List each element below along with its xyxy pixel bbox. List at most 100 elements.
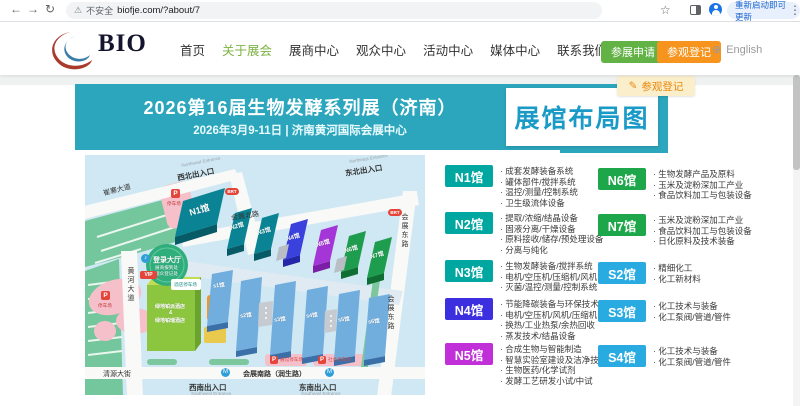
venue-map-graphic [85, 155, 425, 395]
parking-icon-2: P [101, 291, 110, 300]
road-label-east-2: 会展东路 [385, 295, 395, 331]
metro-station-icon-1: M [221, 368, 230, 377]
legend-item: 化工技术与装备 [653, 301, 731, 312]
road-label-south: 会展南路（润生路） [243, 369, 306, 379]
reload-icon[interactable]: ↻ [45, 2, 55, 16]
browser-toolbar: ← → ↻ ⚠ 不安全 biofje.com/?about/7 ☆ 重新启动即可… [0, 0, 800, 22]
legend-item: 化工技术与装备 [653, 346, 731, 357]
legend-item: 节能降碳装备与环保技术 [500, 299, 599, 310]
legend-item: 灭菌/温控/测量/控制系统 [500, 282, 597, 293]
menu-item-activity[interactable]: 活动中心 [423, 40, 473, 59]
main-menu: 首页 关于展会 展商中心 观众中心 活动中心 媒体中心 联系我们 [180, 40, 607, 59]
legend-item: 玉米及淀粉深加工产业 [653, 180, 752, 191]
legend-item: 精细化工 [653, 263, 701, 274]
legend-item: 成套发酵装备系统 [500, 166, 578, 177]
parking-icon-south2: P [318, 356, 326, 364]
legend-item: 换热/工业热泵/余热回收 [500, 320, 599, 331]
hotel-label-2: 绿地铂瑞酒店 [155, 317, 185, 324]
language-switch[interactable]: ⊕ English [712, 43, 762, 56]
menu-item-about[interactable]: 关于展会 [222, 40, 272, 59]
legend-item: 发酵工艺研发小试/中试 [500, 376, 607, 387]
legend-block-s2: S2馆 精细化工 化工新材料 [598, 262, 701, 284]
road-label-west: 黄河大道 [125, 267, 135, 303]
apply-exhibit-button[interactable]: 参展申请 [601, 41, 665, 63]
legend-item: 化工新材料 [653, 274, 701, 285]
lobby-sub2: 观众登记处 [155, 271, 178, 277]
legend-item: 生物发酵产品及原料 [653, 169, 752, 180]
logo-text: BIO [98, 30, 147, 58]
floating-register-label[interactable]: 参观登记 [641, 79, 683, 94]
back-icon[interactable]: ← [10, 2, 22, 16]
legend-badge-n6: N6馆 [598, 168, 646, 190]
side-panel-icon[interactable] [690, 5, 701, 15]
audio-guide-icon: ♪ [141, 254, 150, 263]
legend-badge-n5: N5馆 [445, 343, 493, 365]
legend-item: 食品饮料加工与包装设备 [653, 190, 752, 201]
legend-badge-s2: S2馆 [598, 262, 646, 284]
legend-block-n5: N5馆 合成生物与智能制造 智慧实验室建设及洁净技术 生物医药/化学试剂 发酵工… [445, 343, 607, 386]
parking-label-2: 停车场 [98, 303, 112, 309]
not-secure-warning-icon: ⚠ [74, 5, 82, 16]
menu-item-media[interactable]: 媒体中心 [490, 40, 540, 59]
brt-station-icon-nw: BRT [225, 188, 239, 195]
url-text[interactable]: biofje.com/?about/7 [117, 5, 200, 16]
browser-menu-icon[interactable]: ⋮ [789, 3, 800, 17]
layout-title: 展馆布局图 [514, 99, 649, 135]
forward-icon[interactable]: → [27, 2, 39, 16]
address-bar[interactable]: ⚠ 不安全 biofje.com/?about/7 [66, 2, 602, 19]
vip-parking-badge: VIP [140, 271, 157, 279]
not-secure-label[interactable]: 不安全 [86, 4, 113, 17]
legend-item: 电机/空压机/压缩机/风机 [500, 272, 597, 283]
legend-item: 日化原料及技术装备 [653, 236, 752, 247]
scrollbar-thumb[interactable] [793, 75, 800, 170]
menu-item-contact[interactable]: 联系我们 [557, 40, 607, 59]
banner-title: 2026第16届生物发酵系列展（济南） [75, 94, 525, 120]
legend-item: 提取/浓缩/结晶设备 [500, 213, 603, 224]
pencil-icon: ✎ [629, 80, 638, 92]
menu-item-home[interactable]: 首页 [180, 40, 205, 59]
legend-item: 玉米及淀粉深加工产业 [653, 215, 752, 226]
site-header: BIO 首页 关于展会 展商中心 观众中心 活动中心 媒体中心 联系我们 参展申… [0, 22, 800, 75]
hotel-label-1: 绿地铂派酒店 [155, 303, 185, 310]
menu-item-exhibitor[interactable]: 展商中心 [289, 40, 339, 59]
legend-block-n6: N6馆 生物发酵产品及原料 玉米及淀粉深加工产业 食品饮料加工与包装设备 [598, 168, 752, 201]
brt-station-icon-ne: BRT [388, 209, 402, 216]
legend-item: 智慧实验室建设及洁净技术 [500, 355, 607, 366]
legend-block-n7: N7馆 玉米及淀粉深加工产业 食品饮料加工与包装设备 日化原料及技术装备 [598, 214, 752, 247]
legend-badge-n3: N3馆 [445, 260, 493, 282]
hall-label-s2: s2馆 [240, 310, 252, 319]
parking-label-south1: 展馆停车场 [280, 357, 303, 363]
bookmark-star-icon[interactable]: ☆ [660, 3, 671, 17]
hall-label-s1: s1馆 [213, 280, 225, 289]
legend-block-s4: S4馆 化工技术与装备 化工泵阀/管道/管件 [598, 345, 731, 367]
legend-block-n1: N1馆 成套发酵装备系统 罐体部件/搅拌系统 温控/测量/控制系统 卫生级流体设… [445, 165, 578, 208]
lobby-label: 登录大厅 [153, 255, 181, 265]
parking-icon-1: P [171, 189, 180, 198]
legend-badge-n7: N7馆 [598, 214, 646, 236]
legend-badge-s3: S3馆 [598, 300, 646, 322]
floating-register-tab[interactable]: ✎ 参观登记 [617, 76, 695, 96]
legend-badge-n1: N1馆 [445, 165, 493, 187]
venue-map: 崔寨大道 Northwest Entrance 西北出入口 Northeast … [85, 155, 425, 395]
road-label-east-1: 会展东路 [399, 213, 409, 249]
legend-item: 化工泵阀/管道/管件 [653, 357, 731, 368]
menu-item-visitor[interactable]: 观众中心 [356, 40, 406, 59]
parking-icon-south1: P [270, 356, 278, 364]
legend-item: 蒸发技术/结晶设备 [500, 331, 599, 342]
language-label[interactable]: English [726, 44, 762, 56]
legend-item: 罐体部件/搅拌系统 [500, 177, 578, 188]
banner-subtitle: 2026年3月9-11日 | 济南黄河国际会展中心 [75, 122, 525, 138]
legend-item: 食品饮料加工与包装设备 [653, 226, 752, 237]
globe-icon: ⊕ [712, 43, 721, 56]
se-entrance-en: Southeast Entrance [301, 391, 341, 395]
legend-badge-n4: N4馆 [445, 298, 493, 320]
profile-avatar[interactable] [709, 3, 722, 16]
legend-item: 合成生物与智能制造 [500, 344, 607, 355]
sw-entrance-en: Southwest Entrance [191, 391, 231, 395]
site-logo[interactable]: BIO [40, 26, 170, 72]
legend-item: 卫生级流体设备 [500, 198, 578, 209]
legend-item: 固液分离/干燥设备 [500, 224, 603, 235]
hall-label-s6: s6馆 [368, 316, 380, 325]
hall-label-s3: s3馆 [274, 314, 286, 323]
legend-item: 电机/空压机/风机/压缩机 [500, 310, 599, 321]
